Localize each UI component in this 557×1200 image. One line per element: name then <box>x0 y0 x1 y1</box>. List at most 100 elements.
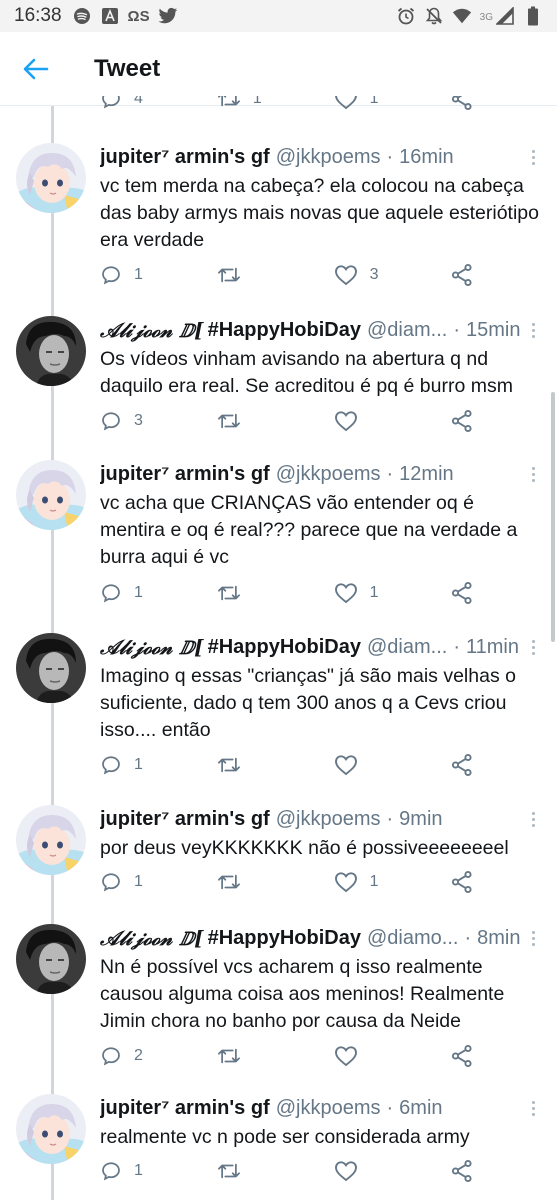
tweet-header: jupiter⁷ armin's gf @jkkpoems · 9min <box>100 805 521 833</box>
reply-button[interactable]: 4 <box>100 96 217 114</box>
like-button[interactable]: 1 <box>334 96 451 114</box>
author-name[interactable]: jupiter⁷ armin's gf <box>100 146 270 169</box>
tweet-header: 𝒜𝓁𝒾𝒿ℴℴ𝓃 ⅅ[#HappyHobiDay @diamo... · 8min <box>100 924 521 952</box>
tweet[interactable]: jupiter⁷ armin's gf @jkkpoems · 6min realmen… <box>0 1094 557 1188</box>
share-icon <box>452 1044 472 1068</box>
author-handle[interactable]: @diam... <box>367 636 447 659</box>
author-handle[interactable]: @jkkpoems <box>276 463 381 486</box>
reply-button[interactable]: 2 <box>100 1041 217 1071</box>
author-name[interactable]: jupiter⁷ armin's gf <box>100 808 270 831</box>
heart-icon <box>334 583 357 604</box>
share-button[interactable] <box>450 750 490 780</box>
tweet[interactable]: jupiter⁷ armin's gf @jkkpoems · 16min vc tem… <box>0 143 557 292</box>
author-name[interactable]: #HappyHobiDay <box>208 319 361 342</box>
back-button[interactable] <box>0 32 72 106</box>
tweet-actions: 11 <box>100 867 490 897</box>
reply-button[interactable]: 1 <box>100 260 217 290</box>
reply-button[interactable]: 1 <box>100 578 217 608</box>
like-button[interactable]: 3 <box>334 260 451 290</box>
tweet[interactable]: 𝒜𝓁𝒾𝒿ℴℴ𝓃 ⅅ[#HappyHobiDay @diam... · 15min Os … <box>0 316 557 438</box>
retweet-button[interactable] <box>217 1156 334 1186</box>
network-type-label: 3G <box>479 12 493 23</box>
share-button[interactable] <box>450 260 490 290</box>
author-name[interactable]: jupiter⁷ armin's gf <box>100 463 270 486</box>
share-button[interactable] <box>450 1041 490 1071</box>
avatar[interactable] <box>16 316 86 386</box>
retweet-icon <box>217 757 240 773</box>
more-options-icon[interactable] <box>523 635 543 659</box>
share-button[interactable] <box>450 406 490 436</box>
tweet[interactable]: jupiter⁷ armin's gf @jkkpoems · 9min por deu… <box>0 805 557 899</box>
retweet-button[interactable]: 1 <box>217 96 334 114</box>
tweet-actions: 11 <box>100 578 490 608</box>
like-button[interactable] <box>334 750 451 780</box>
avatar[interactable] <box>16 143 86 213</box>
more-options-icon[interactable] <box>523 145 543 169</box>
twitter-bird-icon <box>158 6 178 26</box>
retweet-icon <box>217 874 240 890</box>
tweet[interactable]: 𝒜𝓁𝒾𝒿ℴℴ𝓃 ⅅ[#HappyHobiDay @diam... · 11min Ima… <box>0 633 557 782</box>
tweet[interactable]: jupiter⁷ armin's gf @jkkpoems · 12min vc ach… <box>0 460 557 610</box>
retweet-button[interactable] <box>217 406 334 436</box>
retweet-button[interactable] <box>217 260 334 290</box>
share-button[interactable] <box>450 578 490 608</box>
reply-count: 1 <box>134 266 143 283</box>
like-button[interactable] <box>334 1041 451 1071</box>
reply-count: 4 <box>134 96 143 107</box>
retweet-button[interactable] <box>217 1041 334 1071</box>
retweet-count: 1 <box>252 96 262 107</box>
avatar[interactable] <box>16 633 86 703</box>
avatar[interactable] <box>16 1094 86 1164</box>
share-button[interactable] <box>450 96 490 114</box>
like-button[interactable]: 1 <box>334 578 451 608</box>
avatar[interactable] <box>16 924 86 994</box>
reply-button[interactable]: 1 <box>100 750 217 780</box>
share-icon <box>452 581 472 605</box>
retweet-button[interactable] <box>217 578 334 608</box>
avatar[interactable] <box>16 805 86 875</box>
share-button[interactable] <box>450 867 490 897</box>
author-name[interactable]: #HappyHobiDay <box>208 636 361 659</box>
tweet-time: 12min <box>399 462 454 485</box>
separator-dot: · <box>386 462 394 485</box>
tweet-text: Nn é possível vcs acharem q isso realmen… <box>100 956 505 1032</box>
tweet-actions: 1 <box>100 1156 490 1186</box>
reply-icon <box>102 1047 120 1066</box>
separator-dot: · <box>386 145 394 168</box>
heart-icon <box>334 265 357 286</box>
reply-icon <box>102 873 120 892</box>
font-app-icon <box>100 6 120 26</box>
more-options-icon[interactable] <box>523 1096 543 1120</box>
like-button[interactable] <box>334 1156 451 1186</box>
like-button[interactable]: 1 <box>334 867 451 897</box>
tweet-text: por deus veyKKKKKKK não é possiveeeeeeee… <box>100 837 509 859</box>
separator-dot: · <box>464 926 472 949</box>
author-handle[interactable]: @jkkpoems <box>276 808 381 831</box>
author-handle[interactable]: @jkkpoems <box>276 1097 381 1120</box>
share-button[interactable] <box>450 1156 490 1186</box>
retweet-button[interactable] <box>217 867 334 897</box>
more-options-icon[interactable] <box>523 926 543 950</box>
author-name[interactable]: #HappyHobiDay <box>208 927 361 950</box>
author-handle[interactable]: @diamo... <box>367 927 458 950</box>
previous-tweet-actions: 4 1 1 <box>0 96 557 116</box>
like-button[interactable] <box>334 406 451 436</box>
like-count: 3 <box>369 266 379 283</box>
reply-count: 1 <box>134 873 143 890</box>
system-icons: 3G <box>396 6 543 26</box>
author-name[interactable]: jupiter⁷ armin's gf <box>100 1097 270 1120</box>
more-options-icon[interactable] <box>523 807 543 831</box>
reply-button[interactable]: 1 <box>100 867 217 897</box>
author-handle[interactable]: @diam... <box>367 319 447 342</box>
avatar[interactable] <box>16 460 86 530</box>
reply-button[interactable]: 1 <box>100 1156 217 1186</box>
tweet-time: 15min <box>465 318 521 341</box>
author-handle[interactable]: @jkkpoems <box>276 146 381 169</box>
more-options-icon[interactable] <box>523 318 543 342</box>
reply-button[interactable]: 3 <box>100 406 217 436</box>
more-options-icon[interactable] <box>523 462 543 486</box>
heart-icon <box>334 1046 357 1067</box>
retweet-button[interactable] <box>217 750 334 780</box>
tweet[interactable]: 𝒜𝓁𝒾𝒿ℴℴ𝓃 ⅅ[#HappyHobiDay @diamo... · 8min Nn … <box>0 924 557 1073</box>
heart-icon <box>334 96 357 110</box>
